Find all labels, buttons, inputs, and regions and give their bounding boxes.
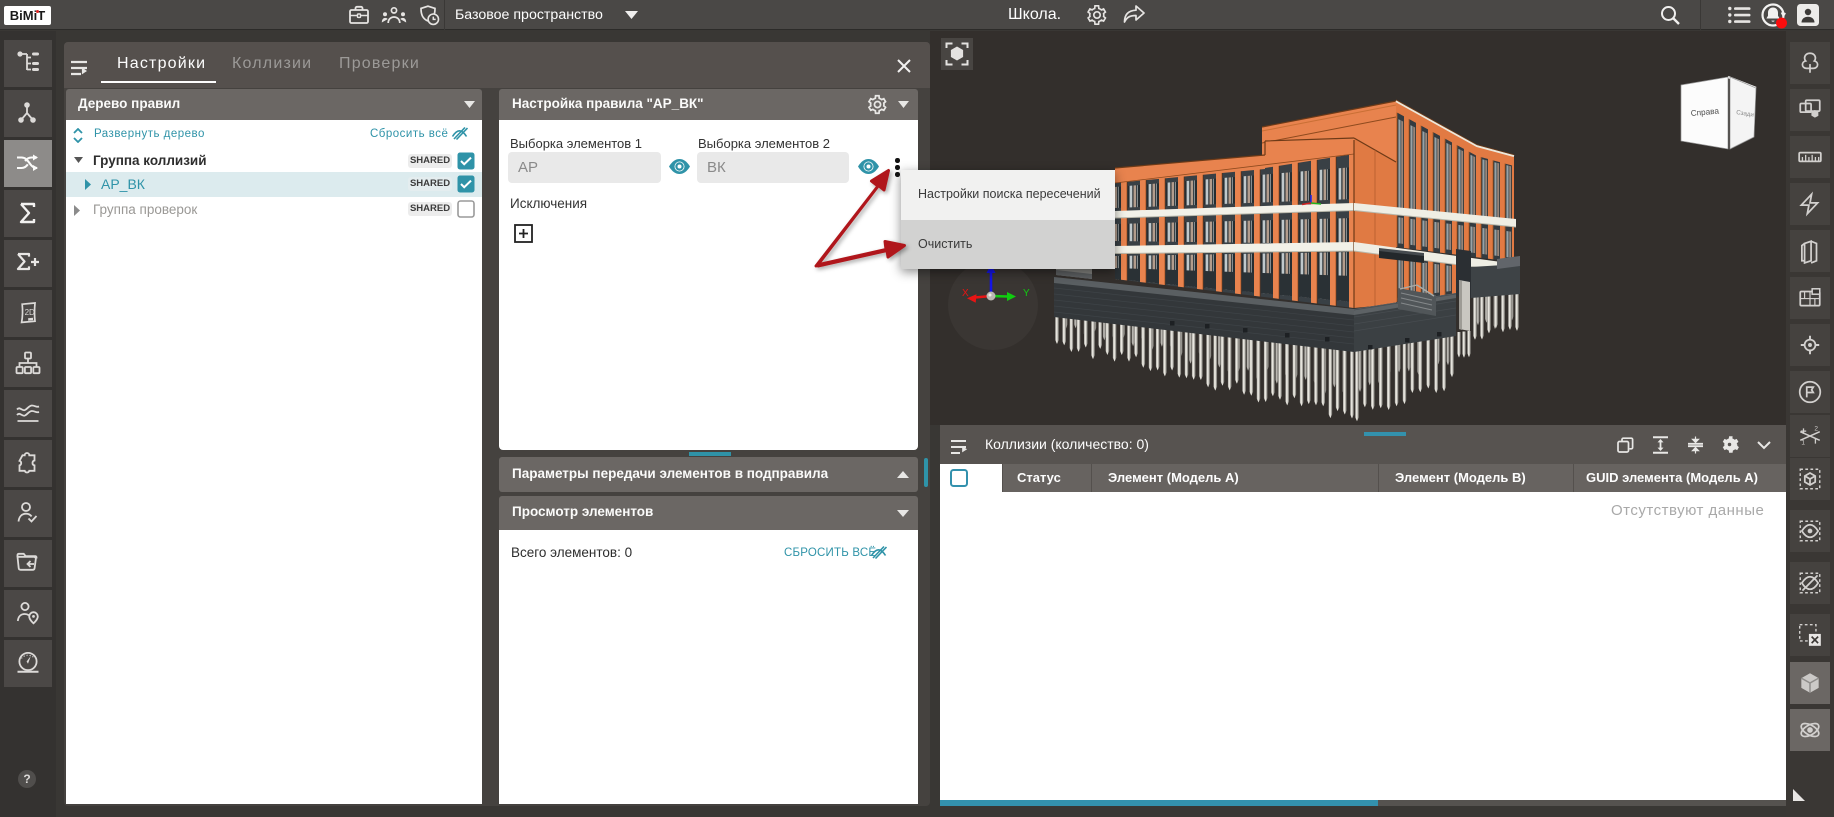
- svg-text:Y: Y: [1023, 288, 1030, 299]
- svg-text:2D: 2D: [25, 308, 35, 317]
- svg-text:X: X: [962, 288, 969, 299]
- svg-text:2: 2: [1814, 426, 1818, 433]
- svg-text:1: 1: [1801, 440, 1805, 447]
